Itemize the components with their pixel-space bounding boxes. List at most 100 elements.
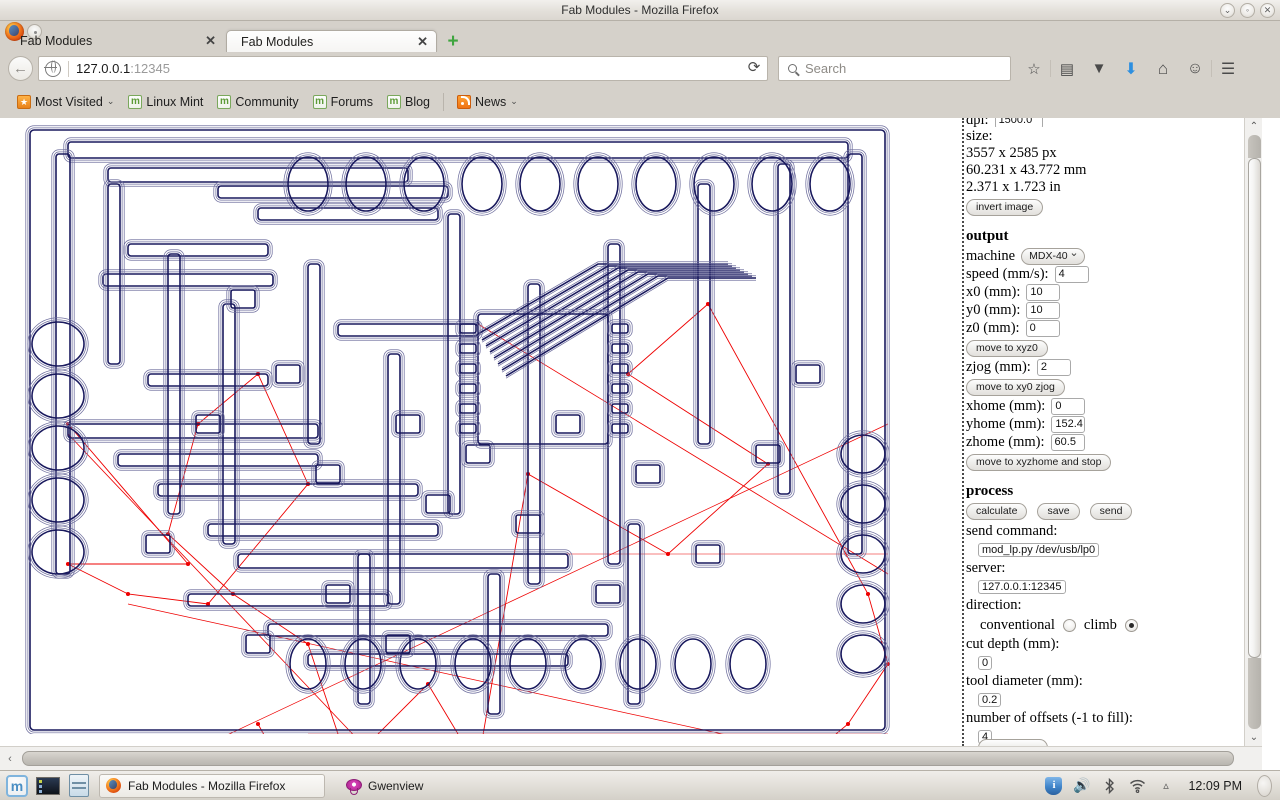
machine-select[interactable]: MDX-40 <box>1021 246 1085 265</box>
download-icon[interactable]: ⬇ <box>1115 56 1147 81</box>
bookmark-forums[interactable]: Forums <box>306 91 380 113</box>
climb-label: climb <box>1083 617 1117 633</box>
bluetooth-icon[interactable] <box>1100 776 1119 795</box>
chevron-down-icon: ⌄ <box>510 96 518 106</box>
xhome-input[interactable]: 0 <box>1051 398 1086 415</box>
vertical-scrollbar[interactable]: ⌃ ⌄ <box>1244 118 1262 746</box>
tool-diameter-input[interactable]: 0.2 <box>978 693 1002 707</box>
bookmark-community[interactable]: Community <box>210 91 305 113</box>
send-button[interactable]: send <box>1089 503 1133 520</box>
scroll-left-icon[interactable]: ‹ <box>2 751 18 766</box>
move-to-xy0-zjog-button[interactable]: move to xy0 zjog <box>966 379 1065 396</box>
search-input[interactable]: Search <box>805 61 846 76</box>
taskbar-window-firefox[interactable]: Fab Modules - Mozilla Firefox <box>99 773 325 798</box>
update-shield-button[interactable] <box>1044 776 1063 795</box>
cut-depth-input[interactable]: 0 <box>978 656 993 670</box>
dpi-row: dpi: 1500.0 <box>966 118 1256 127</box>
minimize-button[interactable]: ⌄ <box>1220 3 1235 18</box>
search-bar[interactable]: Search <box>778 56 1011 81</box>
volume-icon[interactable]: 🔊 <box>1072 776 1091 795</box>
new-tab-button[interactable]: + <box>445 32 461 51</box>
yhome-label: yhome (mm): <box>966 416 1046 432</box>
url-bar[interactable]: 127.0.0.1:12345 <box>38 56 768 81</box>
show-desktop-icon <box>36 776 60 795</box>
show-desktop-button[interactable] <box>34 773 62 799</box>
calculate-button[interactable]: calculate <box>966 503 1028 520</box>
bookmark-label: Community <box>235 94 299 109</box>
close-icon[interactable]: ✕ <box>199 33 216 49</box>
yhome-row: yhome (mm): 152.4 <box>966 416 1256 433</box>
pocket-icon[interactable]: ▼ <box>1083 56 1115 81</box>
zhome-input[interactable]: 60.5 <box>1050 434 1085 451</box>
mint-icon <box>312 94 327 109</box>
bookmark-linux-mint[interactable]: Linux Mint <box>121 91 210 113</box>
dpi-input[interactable]: 1500.0 <box>994 118 1043 127</box>
shield-icon <box>1045 776 1063 795</box>
window-titlebar: Fab Modules - Mozilla Firefox ⌄ ◦ ✕ <box>0 0 1280 21</box>
back-button[interactable]: ← <box>8 56 33 81</box>
close-icon[interactable]: ✕ <box>411 34 428 50</box>
zjog-input[interactable]: 2 <box>1036 359 1071 376</box>
scrollbar-track-lower[interactable] <box>1248 658 1261 729</box>
speed-label: speed (mm/s): <box>966 266 1049 282</box>
mint-menu-button[interactable] <box>3 773 31 799</box>
page-content: dpi: 1500.0 size: 3557 x 2585 px 60.231 … <box>0 118 1262 746</box>
show-desktop-corner[interactable] <box>1257 774 1272 797</box>
mint-icon <box>128 94 143 109</box>
star-icon[interactable]: ☆ <box>1018 56 1050 81</box>
file-manager-icon <box>69 774 89 797</box>
tab-strip: Fab Modules ✕ Fab Modules ✕ + <box>0 21 1280 52</box>
server-label: server: <box>966 560 1006 576</box>
invert-image-button[interactable]: invert image <box>966 199 1044 216</box>
tool-diameter-label: tool diameter (mm): <box>966 673 1083 689</box>
scrollbar-thumb[interactable] <box>1248 158 1261 658</box>
horizontal-scrollbar[interactable]: ‹ <box>0 746 1262 770</box>
scrollbar-track-upper[interactable] <box>1248 135 1261 158</box>
tab-fab-modules-2[interactable]: Fab Modules ✕ <box>226 30 437 52</box>
file-manager-button[interactable] <box>65 773 93 799</box>
globe-icon <box>44 59 61 77</box>
direction-options: conventional climb <box>980 617 1256 634</box>
machine-row: machine MDX-40 <box>966 246 1256 265</box>
speed-input[interactable]: 4 <box>1054 266 1089 283</box>
size-pixels: 3557 x 2585 px <box>966 145 1057 161</box>
z0-input[interactable]: 0 <box>1025 320 1060 337</box>
send-command-label: send command: <box>966 523 1058 539</box>
toolpath-preview[interactable] <box>8 124 952 734</box>
navigation-toolbar: ← 127.0.0.1:12345 ⟳ Search ☆ ▤ ▼ ⬇ ⌂ ☺ ☰ <box>0 52 1280 85</box>
conventional-radio[interactable] <box>1062 619 1076 632</box>
machine-label: machine <box>966 248 1016 264</box>
wifi-icon[interactable] <box>1128 776 1147 795</box>
bookmark-news[interactable]: News ⌄ <box>450 91 525 113</box>
taskbar-window-gwenview[interactable]: Gwenview <box>339 774 433 798</box>
sync-icon[interactable]: ☺ <box>1179 56 1211 81</box>
move-to-xyz0-button[interactable]: move to xyz0 <box>966 340 1048 357</box>
home-icon[interactable]: ⌂ <box>1147 56 1179 81</box>
scroll-down-icon[interactable]: ⌄ <box>1245 729 1263 746</box>
clipped-button[interactable] <box>978 738 1048 746</box>
yhome-input[interactable]: 152.4 <box>1051 416 1086 433</box>
bookmark-blog[interactable]: Blog <box>380 91 437 113</box>
move-to-xyzhome-button[interactable]: move to xyzhome and stop <box>966 454 1112 471</box>
process-heading: process <box>966 483 1014 499</box>
scroll-up-icon[interactable]: ⌃ <box>1245 118 1263 135</box>
reload-button[interactable]: ⟳ <box>740 56 768 81</box>
climb-radio[interactable] <box>1124 619 1138 632</box>
send-command-input[interactable]: mod_lp.py /dev/usb/lp0 <box>978 543 1100 557</box>
bookmark-most-visited[interactable]: Most Visited ⌄ <box>10 91 121 113</box>
y0-input[interactable]: 10 <box>1026 302 1061 319</box>
scrollbar-thumb-horizontal[interactable] <box>22 751 1234 766</box>
close-button[interactable]: ✕ <box>1260 3 1275 18</box>
x0-input[interactable]: 10 <box>1026 284 1061 301</box>
reader-icon[interactable]: ▤ <box>1051 56 1083 81</box>
clock[interactable]: 12:09 PM <box>1184 779 1246 793</box>
server-input[interactable]: 127.0.0.1:12345 <box>978 580 1066 594</box>
tab-fab-modules-1[interactable]: Fab Modules ✕ <box>6 30 224 52</box>
maximize-button[interactable]: ◦ <box>1240 3 1255 18</box>
taskbar: Fab Modules - Mozilla Firefox Gwenview 🔊… <box>0 770 1280 800</box>
updates-icon[interactable]: ▵ <box>1156 776 1175 795</box>
menu-icon[interactable]: ☰ <box>1212 56 1244 81</box>
tab-label: Fab Modules <box>20 34 93 48</box>
save-button[interactable]: save <box>1037 503 1080 520</box>
zjog-label: zjog (mm): <box>966 359 1031 375</box>
